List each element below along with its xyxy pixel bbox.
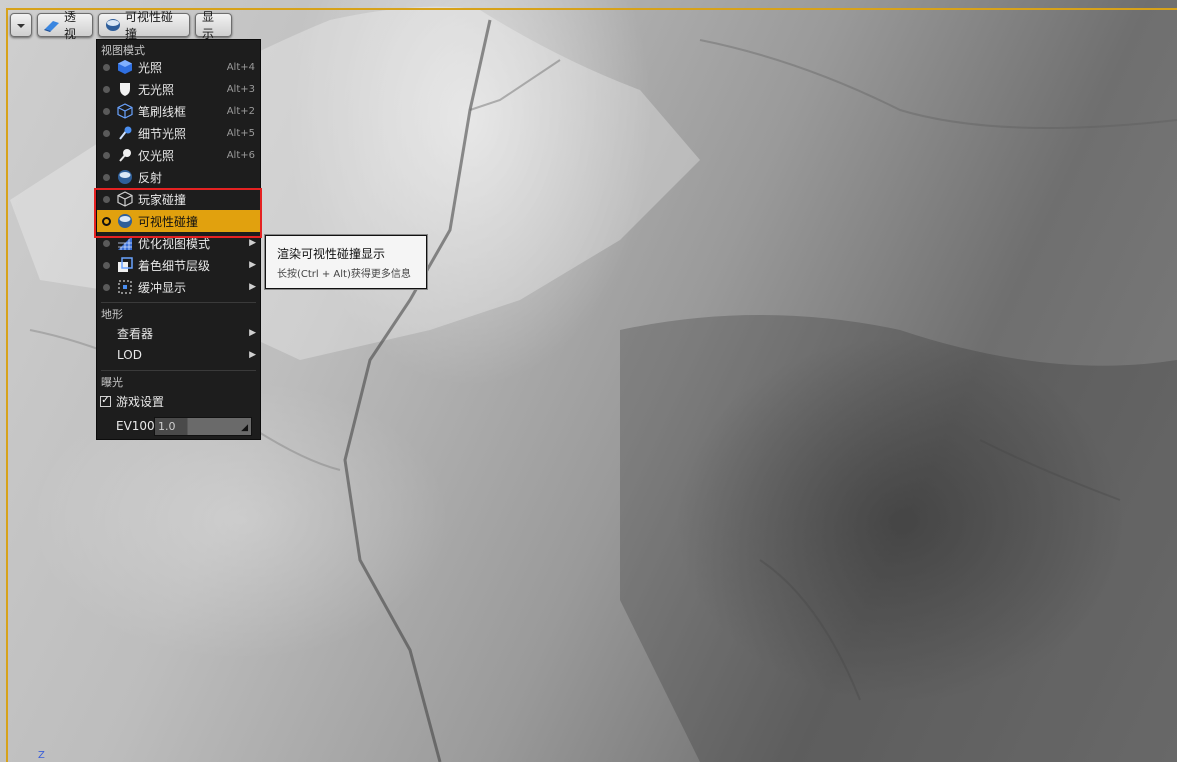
view-mode-menu: 视图模式 光照 Alt+4 无光照 Alt+3 笔刷线框 Alt+2 细节光照 … (96, 39, 261, 440)
radio-dot (103, 63, 110, 71)
detail-lighting-icon (117, 125, 133, 141)
radio-dot (103, 261, 110, 269)
menu-item-visibility-collision[interactable]: 可视性碰撞 (97, 210, 260, 232)
radio-dot (103, 151, 110, 159)
menu-item-optimization-viewmodes[interactable]: 优化视图模式 ▶ (97, 232, 260, 254)
game-settings-toggle[interactable]: ✓ 游戏设置 (97, 390, 260, 412)
menu-item-label: 玩家碰撞 (138, 192, 187, 207)
menu-item-label: 缓冲显示 (138, 280, 187, 295)
view-mode-label: 可视性碰撞 (125, 10, 174, 41)
player-collision-icon (117, 191, 133, 207)
buffer-visualization-icon (117, 279, 133, 295)
shading-lod-icon (117, 257, 133, 273)
tooltip: 渲染可视性碰撞显示 长按(Ctrl + Alt)获得更多信息 (265, 235, 427, 289)
submenu-arrow-icon: ▶ (249, 238, 256, 248)
menu-item-landscape-lod[interactable]: LOD ▶ (97, 344, 260, 366)
show-button[interactable]: 显示 (195, 10, 232, 41)
menu-item-label: 无光照 (138, 82, 175, 97)
lit-cube-icon (117, 59, 133, 75)
tooltip-hint: 长按(Ctrl + Alt)获得更多信息 (277, 269, 411, 280)
perspective-label: 透视 (64, 10, 77, 41)
radio-dot (103, 283, 110, 291)
ev100-label: EV100 (116, 419, 155, 433)
tooltip-title: 渲染可视性碰撞显示 (277, 247, 386, 261)
shortcut-label: Alt+6 (226, 149, 255, 161)
radio-dot (103, 195, 110, 203)
menu-item-reflection[interactable]: 反射 (97, 166, 260, 188)
shortcut-label: Alt+5 (226, 127, 255, 139)
menu-item-player-collision[interactable]: 玩家碰撞 (97, 188, 260, 210)
ev100-input[interactable]: 1.0 ◢ (154, 416, 252, 436)
radio-dot (103, 129, 110, 137)
menu-item-label: 优化视图模式 (138, 236, 211, 251)
reflection-sphere-icon (117, 169, 133, 185)
menu-item-label: 查看器 (117, 326, 154, 341)
menu-item-landscape-visualizer[interactable]: 查看器 ▶ (97, 322, 260, 344)
menu-item-label: 光照 (138, 60, 163, 75)
ev100-row: EV100 1.0 ◢ (97, 414, 260, 438)
show-label: 显示 (202, 10, 215, 41)
radio-selected-dot (102, 216, 111, 226)
shortcut-label: Alt+4 (226, 61, 255, 73)
menu-item-detail-lighting[interactable]: 细节光照 Alt+5 (97, 122, 260, 144)
menu-item-brush-wireframe[interactable]: 笔刷线框 Alt+2 (97, 100, 260, 122)
menu-item-label: 细节光照 (138, 126, 187, 141)
optimization-grid-icon (117, 235, 133, 251)
submenu-arrow-icon: ▶ (249, 350, 256, 360)
menu-item-lighting-only[interactable]: 仅光照 Alt+6 (97, 144, 260, 166)
menu-item-label: 笔刷线框 (138, 104, 187, 119)
view-mode-button[interactable]: 可视性碰撞 (98, 10, 190, 41)
shortcut-label: Alt+3 (226, 83, 255, 95)
submenu-arrow-icon: ▶ (249, 328, 256, 338)
visibility-collision-icon (117, 213, 133, 229)
viewport-options-button[interactable] (10, 13, 32, 37)
menu-item-buffer-visualization[interactable]: 缓冲显示 ▶ (97, 276, 260, 298)
perspective-button[interactable]: 透视 (37, 10, 93, 41)
exposure-header: 曝光 (101, 376, 123, 389)
menu-item-label: 仅光照 (138, 148, 175, 163)
game-settings-checkbox[interactable]: ✓ (100, 395, 111, 407)
axis-z-label: Z (38, 750, 45, 761)
menu-item-label: 着色细节层级 (138, 258, 211, 273)
perspective-camera-icon (44, 18, 60, 32)
menu-item-label: 可视性碰撞 (138, 214, 199, 229)
submenu-arrow-icon: ▶ (249, 282, 256, 292)
menu-item-lit[interactable]: 光照 Alt+4 (97, 56, 260, 78)
chevron-down-icon (16, 18, 26, 32)
ev100-value: 1.0 (158, 419, 176, 433)
menu-item-shading-lod[interactable]: 着色细节层级 ▶ (97, 254, 260, 276)
visibility-collision-icon (105, 18, 121, 32)
shortcut-label: Alt+2 (226, 105, 255, 117)
game-settings-label: 游戏设置 (116, 394, 165, 409)
radio-dot (103, 107, 110, 115)
menu-divider (101, 302, 256, 303)
radio-dot (103, 239, 110, 247)
menu-divider (101, 370, 256, 371)
radio-dot (103, 85, 110, 93)
lighting-only-icon (117, 147, 133, 163)
landscape-header: 地形 (101, 308, 123, 321)
unlit-shield-icon (117, 81, 133, 97)
resize-grip-icon: ◢ (241, 422, 248, 433)
radio-dot (103, 173, 110, 181)
menu-item-unlit[interactable]: 无光照 Alt+3 (97, 78, 260, 100)
menu-item-label: LOD (117, 348, 142, 362)
wireframe-cube-icon (117, 103, 133, 119)
menu-item-label: 反射 (138, 170, 163, 185)
submenu-arrow-icon: ▶ (249, 260, 256, 270)
